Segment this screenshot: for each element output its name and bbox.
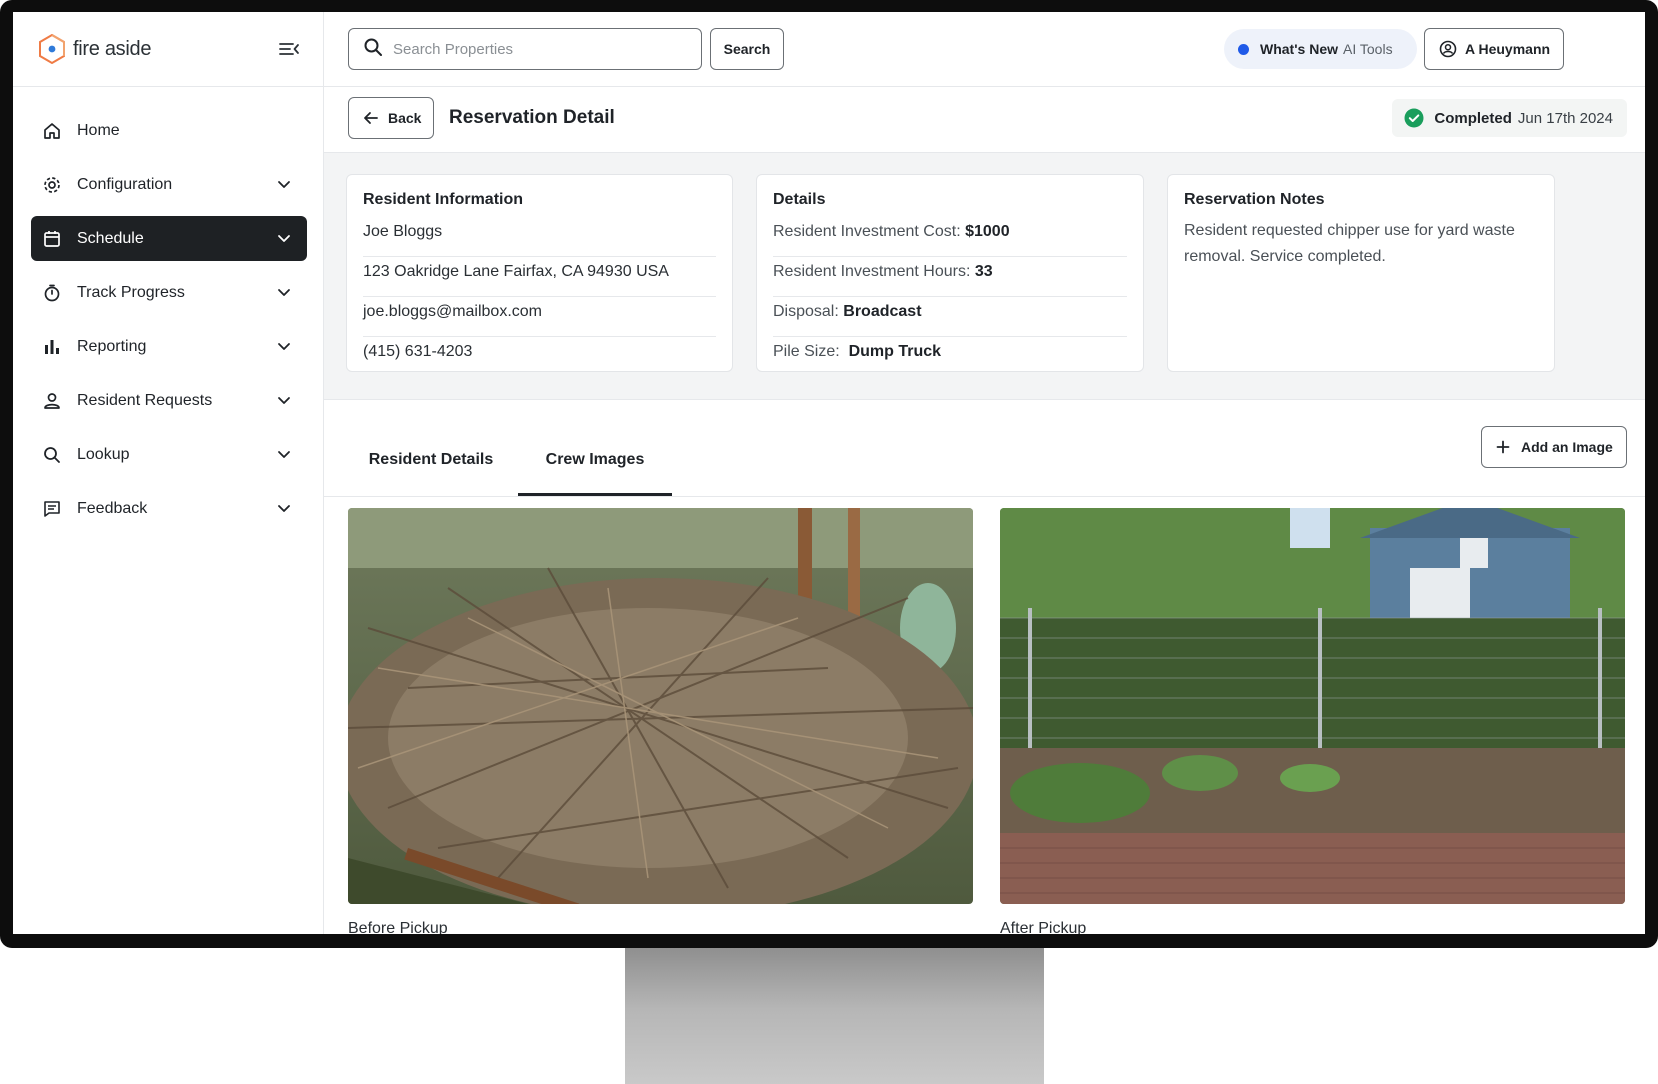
user-menu-button[interactable]: A Heuymann <box>1424 28 1564 70</box>
detail-row: Pile Size: Dump Truck <box>773 338 1127 377</box>
image-caption: Before Pickup <box>348 920 448 934</box>
app-name: fire aside <box>73 37 152 60</box>
search-input[interactable] <box>393 40 683 58</box>
status-date: Jun 17th 2024 <box>1517 109 1613 127</box>
logo-row: fire aside <box>13 12 324 87</box>
sidebar-item-feedback[interactable]: Feedback <box>31 486 307 531</box>
sidebar-item-configuration[interactable]: Configuration <box>31 162 307 207</box>
search-icon <box>41 444 63 466</box>
detail-value: $1000 <box>965 223 1010 240</box>
resident-email[interactable]: joe.bloggs@mailbox.com <box>363 298 716 337</box>
detail-row: Resident Investment Cost: $1000 <box>773 218 1127 257</box>
detail-value: Broadcast <box>843 303 922 320</box>
message-icon <box>41 498 63 520</box>
sidebar-item-resident-requests[interactable]: Resident Requests <box>31 378 307 423</box>
calendar-icon <box>41 228 63 250</box>
back-button[interactable]: Back <box>348 97 434 139</box>
sidebar-item-schedule[interactable]: Schedule <box>31 216 307 261</box>
page-title: Reservation Detail <box>449 107 615 128</box>
chevron-down-icon[interactable] <box>275 499 293 517</box>
card-title: Resident Information <box>363 191 524 208</box>
detail-value: 33 <box>974 263 993 280</box>
sidebar-item-label: Configuration <box>77 175 173 193</box>
topbar: Search What's New AI Tools A Heuymann <box>324 12 1645 87</box>
sidebar-item-track-progress[interactable]: Track Progress <box>31 270 307 315</box>
after-pickup-image[interactable] <box>1000 508 1625 904</box>
detail-key: Pile Size: <box>773 343 840 360</box>
sidebar-item-label: Reporting <box>77 337 147 355</box>
sidebar-item-reporting[interactable]: Reporting <box>31 324 307 369</box>
status-label: Completed <box>1434 109 1512 127</box>
chevron-down-icon[interactable] <box>275 229 293 247</box>
screen: fire aside Home Configuration Schedule T… <box>13 12 1645 934</box>
sidebar-item-label: Schedule <box>77 229 144 247</box>
sidebar-item-label: Lookup <box>77 445 130 463</box>
chevron-down-icon[interactable] <box>275 175 293 193</box>
status-dot <box>1238 43 1249 55</box>
gear-icon <box>41 174 63 196</box>
detail-key: Disposal: <box>773 303 839 320</box>
add-image-label: Add an Image <box>1521 439 1613 455</box>
sidebar-item-home[interactable]: Home <box>31 108 307 153</box>
image-caption: After Pickup <box>1000 920 1087 934</box>
resident-information-card: Resident Information Joe Bloggs 123 Oakr… <box>346 174 733 372</box>
detail-key: Resident Investment Cost: <box>773 223 961 240</box>
whats-new-label: What's New <box>1260 41 1339 57</box>
reservation-notes-card: Reservation Notes Resident requested chi… <box>1167 174 1555 372</box>
arrow-left-icon <box>364 112 378 124</box>
chevron-down-icon[interactable] <box>275 445 293 463</box>
notes-text: Resident requested chipper use for yard … <box>1184 222 1515 265</box>
info-cards: Resident Information Joe Bloggs 123 Oakr… <box>324 152 1645 400</box>
tabs-divider <box>324 496 1645 497</box>
resident-name: Joe Bloggs <box>363 218 716 257</box>
tab-resident-details[interactable]: Resident Details <box>348 448 514 496</box>
details-card: Details Resident Investment Cost: $1000 … <box>756 174 1144 372</box>
monitor-stand <box>625 948 1044 1084</box>
sidebar-nav: Home Configuration Schedule Track Progre… <box>31 108 307 540</box>
tabs-row: Resident Details Crew Images Add an Imag… <box>324 400 1645 497</box>
detail-row: Resident Investment Hours: 33 <box>773 258 1127 297</box>
search-icon <box>363 37 383 62</box>
back-label: Back <box>388 110 422 126</box>
card-title: Details <box>773 191 826 208</box>
resident-address: 123 Oakridge Lane Fairfax, CA 94930 USA <box>363 258 716 297</box>
whats-new-pill[interactable]: What's New AI Tools <box>1224 29 1417 69</box>
stopwatch-icon <box>41 282 63 304</box>
bar-chart-icon <box>41 336 63 358</box>
person-icon <box>41 390 63 412</box>
user-circle-icon <box>1439 40 1457 58</box>
page-header: Back Reservation Detail Completed Jun 17… <box>324 88 1645 152</box>
home-icon <box>41 120 63 142</box>
card-title: Reservation Notes <box>1184 191 1325 208</box>
search-button[interactable]: Search <box>710 28 784 70</box>
ai-tools-label: AI Tools <box>1343 41 1393 57</box>
detail-row: Disposal: Broadcast <box>773 298 1127 337</box>
plus-icon <box>1496 440 1510 454</box>
chevron-down-icon[interactable] <box>275 283 293 301</box>
sidebar-item-label: Feedback <box>77 499 148 517</box>
add-image-button[interactable]: Add an Image <box>1481 426 1627 468</box>
user-name: A Heuymann <box>1465 41 1551 57</box>
chevron-down-icon[interactable] <box>275 337 293 355</box>
fire-aside-logo-icon <box>39 33 65 65</box>
detail-value: Dump Truck <box>848 343 942 360</box>
tab-crew-images[interactable]: Crew Images <box>518 448 672 496</box>
detail-key: Resident Investment Hours: <box>773 263 971 280</box>
menu-collapse-icon[interactable] <box>278 39 300 59</box>
resident-phone: (415) 631-4203 <box>363 343 473 360</box>
search-box[interactable] <box>348 28 702 70</box>
before-pickup-image[interactable] <box>348 508 973 904</box>
chevron-down-icon[interactable] <box>275 391 293 409</box>
sidebar-item-label: Resident Requests <box>77 391 213 409</box>
status-badge: Completed Jun 17th 2024 <box>1392 99 1627 137</box>
sidebar-item-lookup[interactable]: Lookup <box>31 432 307 477</box>
check-circle-icon <box>1404 108 1424 128</box>
sidebar-item-label: Track Progress <box>77 283 185 301</box>
sidebar: fire aside Home Configuration Schedule T… <box>13 12 324 934</box>
sidebar-item-label: Home <box>77 121 120 139</box>
